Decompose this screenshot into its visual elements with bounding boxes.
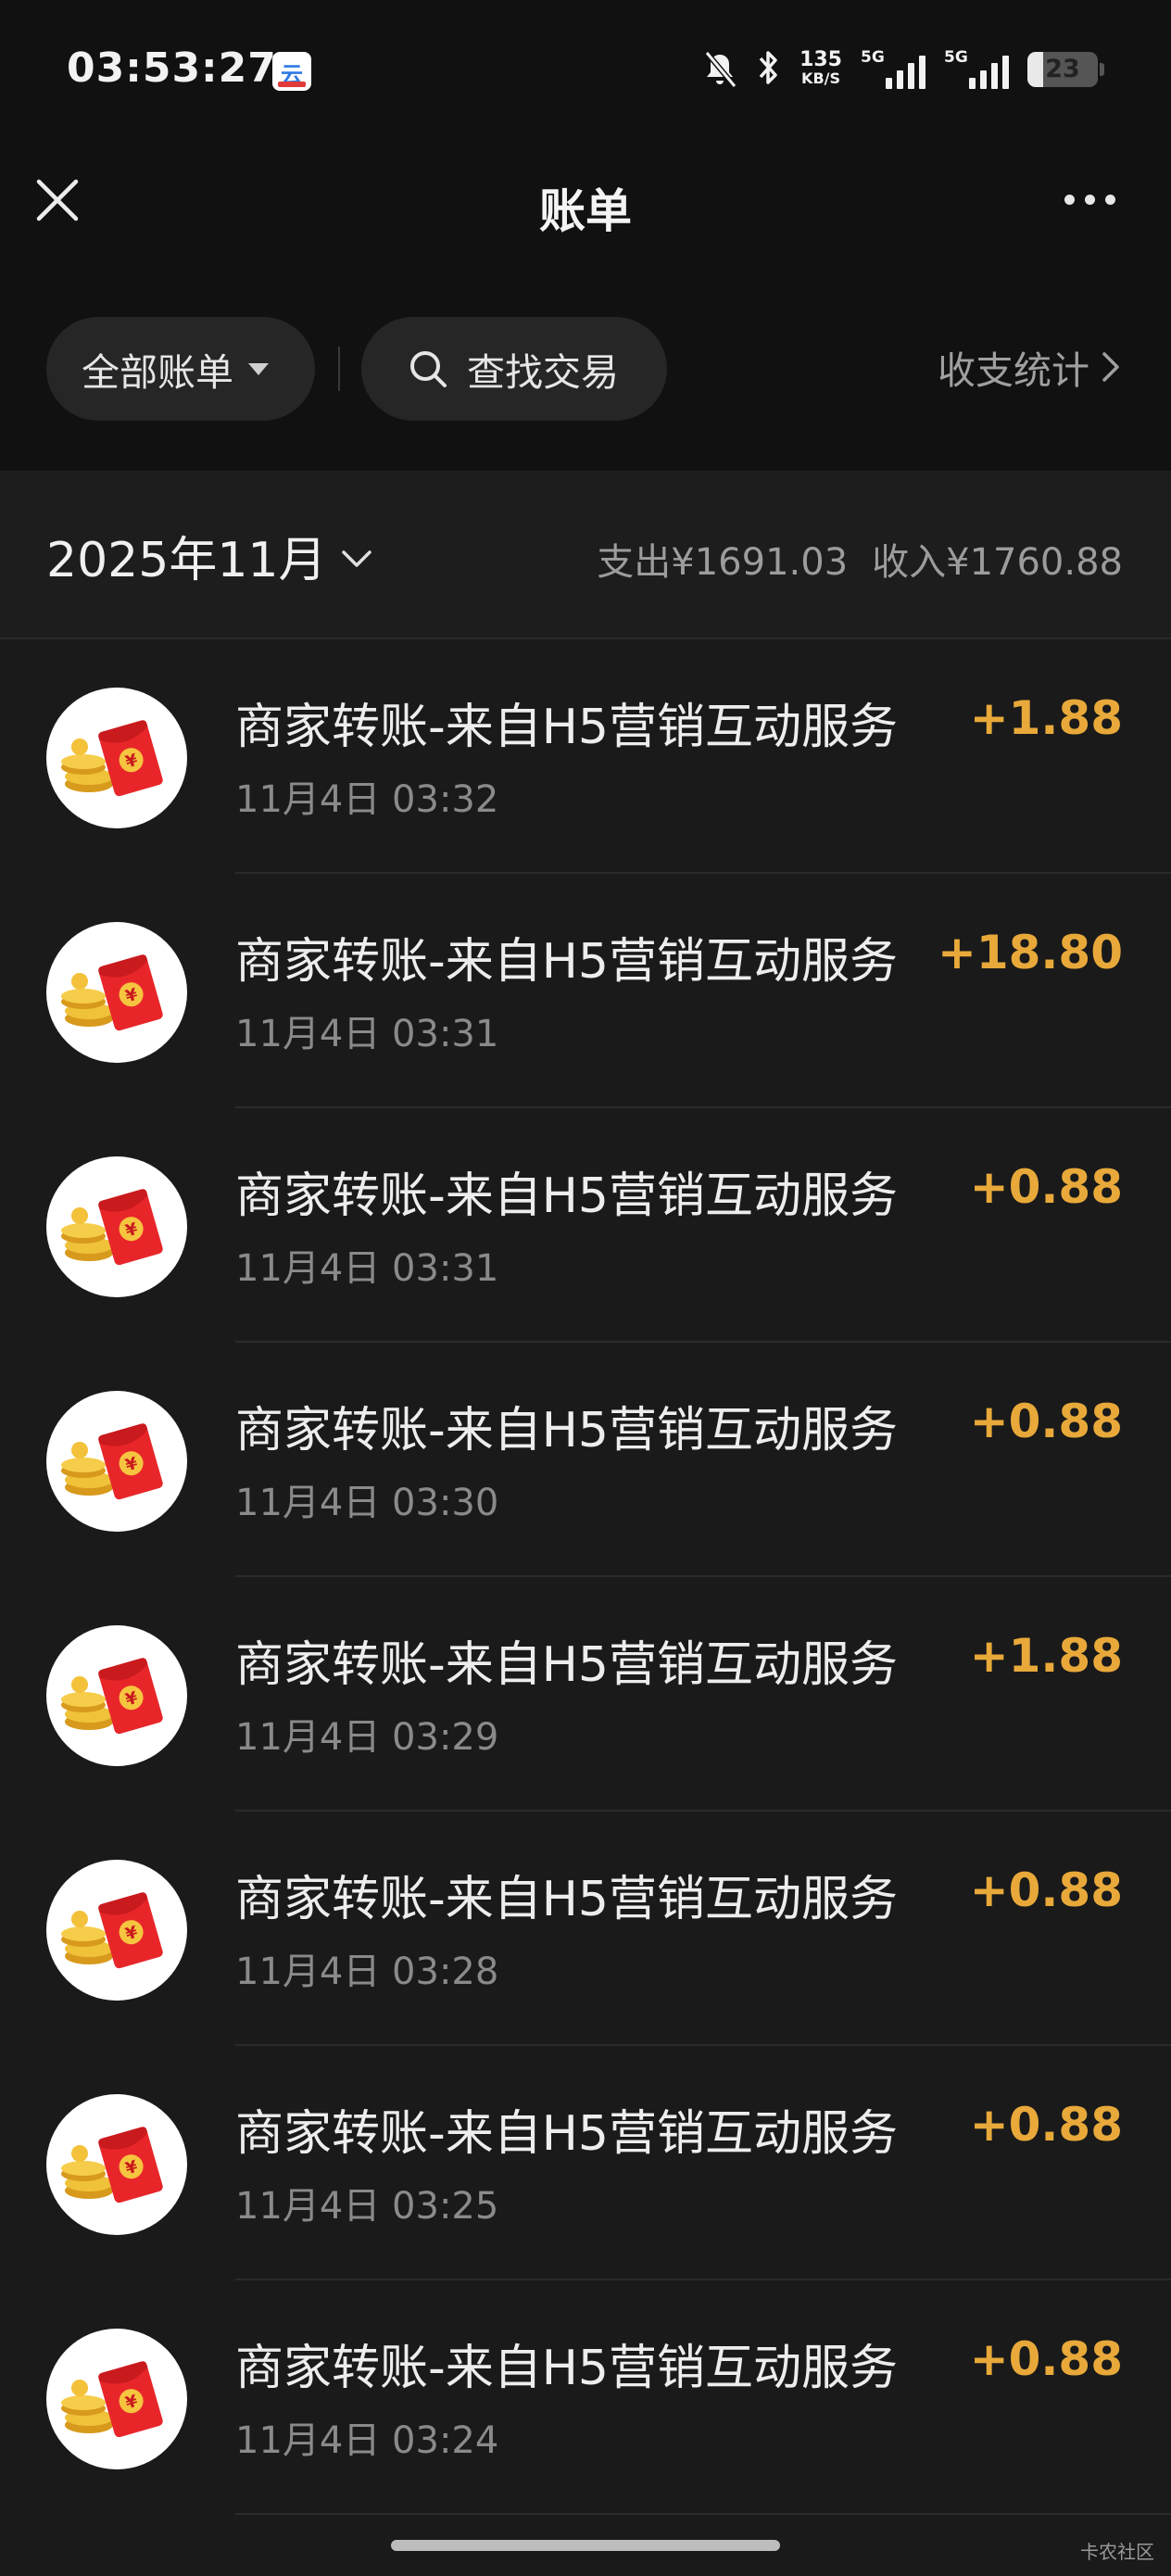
signal-icon-2: 5G: [944, 48, 1009, 91]
cloud-app-icon: 云: [272, 52, 311, 91]
transaction-name: 商家转账-来自H5营销互动服务: [235, 1872, 898, 1927]
transaction-time: 11月4日 03:31: [235, 1013, 499, 1055]
battery-icon: 23: [1027, 52, 1098, 87]
transaction-name: 商家转账-来自H5营销互动服务: [235, 700, 898, 755]
all-bills-dropdown[interactable]: 全部账单: [46, 317, 315, 421]
red-packet-icon: ¥: [46, 688, 187, 828]
chevron-right-icon: [1102, 352, 1119, 382]
transaction-amount: +0.88: [969, 1395, 1123, 1448]
transaction-row[interactable]: ¥ 商家转账-来自H5营销互动服务 11月4日 03:24 +0.88: [0, 2280, 1171, 2515]
all-bills-label: 全部账单: [82, 350, 233, 395]
caret-down-icon: [248, 362, 269, 375]
transaction-name: 商家转账-来自H5营销互动服务: [235, 934, 898, 990]
status-icons: 135 KB/S 5G 5G 23: [701, 44, 1104, 95]
more-button[interactable]: [1064, 195, 1115, 205]
transaction-row[interactable]: ¥ 商家转账-来自H5营销互动服务 11月4日 03:28 +0.88: [0, 1812, 1171, 2046]
transaction-name: 商家转账-来自H5营销互动服务: [235, 2106, 898, 2162]
month-header: 2025年11月 支出¥1691.03 收入¥1760.88: [0, 471, 1171, 639]
status-bar: 03:53:27 云 135 KB/S 5G 5G 23: [0, 0, 1171, 139]
transaction-row[interactable]: ¥ 商家转账-来自H5营销互动服务 11月4日 03:31 +0.88: [0, 1108, 1171, 1343]
bluetooth-icon: [757, 47, 781, 92]
search-transactions-button[interactable]: 查找交易: [361, 317, 667, 421]
expense-total: 支出¥1691.03: [597, 541, 849, 584]
month-label: 2025年11月: [46, 533, 327, 588]
net-speed-value: 135: [800, 48, 842, 71]
stats-label: 收支统计: [938, 348, 1089, 393]
search-icon: [410, 351, 447, 387]
bell-off-icon: [701, 49, 738, 90]
transaction-amount: +0.88: [969, 2332, 1123, 2386]
red-packet-icon: ¥: [46, 2094, 187, 2235]
red-packet-icon: ¥: [46, 1860, 187, 2001]
transaction-time: 11月4日 03:28: [235, 1951, 499, 1993]
transaction-row[interactable]: ¥ 商家转账-来自H5营销互动服务 11月4日 03:29 +1.88: [0, 1577, 1171, 1812]
transaction-name: 商家转账-来自H5营销互动服务: [235, 1168, 898, 1224]
transaction-name: 商家转账-来自H5营销互动服务: [235, 1403, 898, 1458]
red-packet-icon: ¥: [46, 2329, 187, 2469]
transaction-row[interactable]: ¥ 商家转账-来自H5营销互动服务 11月4日 03:32 +1.88: [0, 639, 1171, 874]
transaction-time: 11月4日 03:31: [235, 1247, 499, 1290]
red-packet-icon: ¥: [46, 1156, 187, 1297]
transaction-time: 11月4日 03:32: [235, 778, 499, 821]
transaction-time: 11月4日 03:29: [235, 1716, 499, 1759]
transaction-amount: +0.88: [969, 2098, 1123, 2152]
watermark: 卡农社区: [1080, 2541, 1154, 2563]
income-expense-stats-link[interactable]: 收支统计: [938, 339, 1123, 395]
search-label: 查找交易: [467, 350, 619, 395]
sim2-network-tag: 5G: [944, 48, 968, 67]
filter-divider: [338, 347, 340, 391]
red-packet-icon: ¥: [46, 1625, 187, 1766]
transaction-amount: +18.80: [937, 926, 1123, 979]
transaction-row[interactable]: ¥ 商家转账-来自H5营销互动服务 11月4日 03:31 +18.80: [0, 874, 1171, 1108]
transaction-row[interactable]: ¥ 商家转账-来自H5营销互动服务 11月4日 03:25 +0.88: [0, 2046, 1171, 2280]
month-summary: 支出¥1691.03 收入¥1760.88: [597, 532, 1123, 586]
transaction-name: 商家转账-来自H5营销互动服务: [235, 2341, 898, 2396]
transaction-amount: +1.88: [969, 691, 1123, 745]
red-packet-icon: ¥: [46, 922, 187, 1063]
month-selector[interactable]: 2025年11月: [46, 521, 373, 590]
status-time: 03:53:27: [67, 44, 277, 92]
filter-bar: 全部账单 查找交易 收支统计: [0, 269, 1171, 471]
transaction-time: 11月4日 03:25: [235, 2185, 499, 2228]
signal-icon: 5G: [861, 48, 925, 91]
transaction-amount: +0.88: [969, 1863, 1123, 1917]
battery-level: 23: [1045, 55, 1080, 83]
transaction-amount: +0.88: [969, 1160, 1123, 1214]
transaction-time: 11月4日 03:24: [235, 2419, 499, 2462]
transaction-name: 商家转账-来自H5营销互动服务: [235, 1637, 898, 1693]
page-title: 账单: [539, 184, 632, 238]
nav-bar: 账单: [0, 139, 1171, 269]
transaction-time: 11月4日 03:30: [235, 1482, 499, 1524]
income-total: 收入¥1760.88: [872, 541, 1123, 584]
sim1-network-tag: 5G: [861, 48, 885, 67]
more-dots-icon: [1064, 195, 1075, 205]
net-speed-unit: KB/S: [801, 69, 841, 87]
chevron-down-icon: [341, 549, 371, 567]
home-indicator[interactable]: [391, 2540, 780, 2551]
transaction-amount: +1.88: [969, 1629, 1123, 1683]
transaction-list: ¥ 商家转账-来自H5营销互动服务 11月4日 03:32 +1.88 ¥ 商家…: [0, 639, 1171, 2515]
transaction-row[interactable]: ¥ 商家转账-来自H5营销互动服务 11月4日 03:30 +0.88: [0, 1343, 1171, 1577]
red-packet-icon: ¥: [46, 1391, 187, 1532]
network-speed: 135 KB/S: [800, 48, 842, 88]
